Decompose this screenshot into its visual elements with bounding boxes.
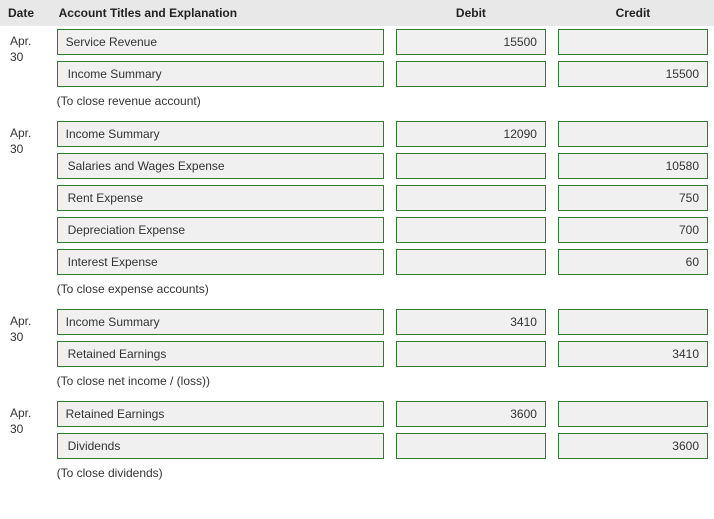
credit-field[interactable]: 3410 — [558, 341, 708, 367]
account-field[interactable]: Rent Expense — [57, 185, 384, 211]
note-row: (To close net income / (loss)) — [0, 370, 714, 398]
credit-field[interactable]: 60 — [558, 249, 708, 275]
note-row: (To close revenue account) — [0, 90, 714, 118]
account-field[interactable]: Income Summary — [57, 61, 384, 87]
credit-field[interactable] — [558, 309, 708, 335]
debit-field[interactable] — [396, 61, 546, 87]
account-field[interactable]: Interest Expense — [57, 249, 384, 275]
debit-field[interactable] — [396, 217, 546, 243]
debit-field[interactable] — [396, 185, 546, 211]
table-header-row: Date Account Titles and Explanation Debi… — [0, 0, 714, 26]
credit-field[interactable]: 750 — [558, 185, 708, 211]
debit-field[interactable]: 12090 — [396, 121, 546, 147]
table-row: Apr.30 Service Revenue 15500 — [0, 26, 714, 58]
table-row: Income Summary 15500 — [0, 58, 714, 90]
debit-field[interactable] — [396, 341, 546, 367]
header-debit: Debit — [390, 0, 552, 26]
header-credit: Credit — [552, 0, 714, 26]
table-row: Dividends 3600 — [0, 430, 714, 462]
entry-date: Apr.30 — [0, 26, 51, 90]
table-row: Retained Earnings 3410 — [0, 338, 714, 370]
table-row: Salaries and Wages Expense 10580 — [0, 150, 714, 182]
credit-field[interactable]: 15500 — [558, 61, 708, 87]
account-field[interactable]: Service Revenue — [57, 29, 384, 55]
account-field[interactable]: Dividends — [57, 433, 384, 459]
debit-field[interactable] — [396, 433, 546, 459]
credit-field[interactable] — [558, 401, 708, 427]
credit-field[interactable]: 10580 — [558, 153, 708, 179]
table-row: Apr.30 Income Summary 3410 — [0, 306, 714, 338]
account-field[interactable]: Salaries and Wages Expense — [57, 153, 384, 179]
entry-date: Apr.30 — [0, 306, 51, 370]
credit-field[interactable]: 700 — [558, 217, 708, 243]
account-field[interactable]: Depreciation Expense — [57, 217, 384, 243]
entry-note: (To close revenue account) — [51, 90, 714, 118]
entry-note: (To close dividends) — [51, 462, 714, 490]
table-row: Interest Expense 60 — [0, 246, 714, 278]
debit-field[interactable]: 15500 — [396, 29, 546, 55]
debit-field[interactable] — [396, 249, 546, 275]
debit-field[interactable]: 3600 — [396, 401, 546, 427]
journal-body: Apr.30 Service Revenue 15500 Income Summ… — [0, 26, 714, 490]
credit-field[interactable] — [558, 29, 708, 55]
journal-table: Date Account Titles and Explanation Debi… — [0, 0, 714, 490]
account-field[interactable]: Retained Earnings — [57, 401, 384, 427]
entry-note: (To close net income / (loss)) — [51, 370, 714, 398]
header-date: Date — [0, 0, 51, 26]
entry-note: (To close expense accounts) — [51, 278, 714, 306]
note-row: (To close expense accounts) — [0, 278, 714, 306]
credit-field[interactable] — [558, 121, 708, 147]
table-row: Rent Expense 750 — [0, 182, 714, 214]
table-row: Depreciation Expense 700 — [0, 214, 714, 246]
table-row: Apr.30 Retained Earnings 3600 — [0, 398, 714, 430]
account-field[interactable]: Income Summary — [57, 121, 384, 147]
credit-field[interactable]: 3600 — [558, 433, 708, 459]
account-field[interactable]: Retained Earnings — [57, 341, 384, 367]
entry-date: Apr.30 — [0, 118, 51, 278]
debit-field[interactable]: 3410 — [396, 309, 546, 335]
note-row: (To close dividends) — [0, 462, 714, 490]
table-row: Apr.30 Income Summary 12090 — [0, 118, 714, 150]
header-account: Account Titles and Explanation — [51, 0, 390, 26]
debit-field[interactable] — [396, 153, 546, 179]
account-field[interactable]: Income Summary — [57, 309, 384, 335]
entry-date: Apr.30 — [0, 398, 51, 462]
